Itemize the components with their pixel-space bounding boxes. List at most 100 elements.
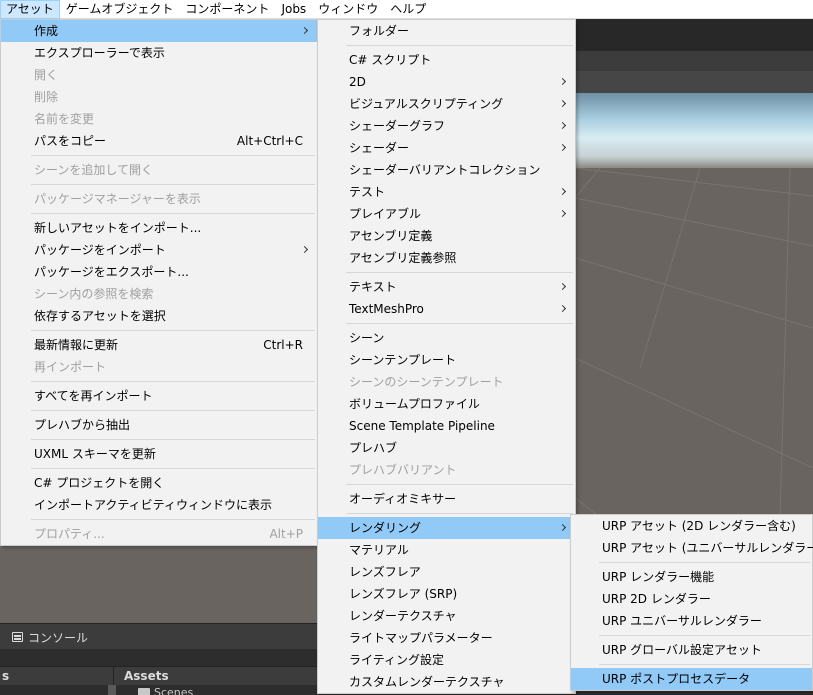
rendering-item-urp[interactable]: URP ポストプロセスデータ xyxy=(571,668,812,690)
create-item-8[interactable]: テスト xyxy=(318,181,575,203)
create-item-31[interactable]: ライトマップパラメーター xyxy=(318,627,575,649)
create-item-32[interactable]: ライティング設定 xyxy=(318,649,575,671)
asset-item-12[interactable]: パッケージをインポート xyxy=(1,239,317,261)
create-item-6[interactable]: シェーダー xyxy=(318,137,575,159)
create-item-24[interactable]: オーディオミキサー xyxy=(318,488,575,510)
create-item-27[interactable]: マテリアル xyxy=(318,539,575,561)
asset-item-c[interactable]: C# プロジェクトを開く xyxy=(1,472,317,494)
menu-item-label: 依存するアセットを選択 xyxy=(34,309,166,323)
rendering-item-urp[interactable]: URP アセット (ユニバーサルレンダラー含む) xyxy=(571,537,813,559)
rendering-item-urp[interactable]: URP グローバル設定アセット xyxy=(571,639,812,661)
asset-item-2: 開く xyxy=(1,64,317,86)
rendering-item-urp-2d[interactable]: URP 2D レンダラー xyxy=(571,588,812,610)
asset-item-15[interactable]: 依存するアセットを選択 xyxy=(1,305,317,327)
menu-separator xyxy=(1,436,317,443)
menu-item-label: プロパティ... xyxy=(34,527,105,541)
scenes-folder[interactable]: Scenes xyxy=(138,686,193,695)
folder-icon xyxy=(138,688,150,695)
chevron-right-icon xyxy=(558,187,567,196)
create-item-26[interactable]: レンダリング xyxy=(318,517,575,539)
asset-item-18: 再インポート xyxy=(1,356,317,378)
asset-item-4: 名前を変更 xyxy=(1,108,317,130)
asset-item-1[interactable]: エクスプローラーで表示 xyxy=(1,42,317,64)
menu-separator xyxy=(1,210,317,217)
project-scrollbar[interactable] xyxy=(108,685,116,695)
create-item-7[interactable]: シェーダーバリアントコレクション xyxy=(318,159,575,181)
asset-item-uxml[interactable]: UXML スキーマを更新 xyxy=(1,443,317,465)
asset-item-14: シーン内の参照を検索 xyxy=(1,283,317,305)
menu-item-label: URP ポストプロセスデータ xyxy=(602,672,751,686)
menu-assets[interactable]: アセット xyxy=(0,0,60,19)
create-item-0[interactable]: フォルダー xyxy=(318,20,575,42)
create-item-28[interactable]: レンズフレア xyxy=(318,561,575,583)
menu-item-label: 名前を変更 xyxy=(34,112,95,126)
menu-item-label: 新しいアセットをインポート... xyxy=(34,221,202,235)
shortcut-label: Alt+P xyxy=(269,527,303,541)
create-item-5[interactable]: シェーダーグラフ xyxy=(318,115,575,137)
create-item-21[interactable]: プレハブ xyxy=(318,437,575,459)
create-item-10[interactable]: アセンブリ定義 xyxy=(318,225,575,247)
create-item-33[interactable]: カスタムレンダーテクスチャ xyxy=(318,671,575,693)
menu-jobs[interactable]: Jobs xyxy=(275,0,312,19)
menu-gameobject[interactable]: ゲームオブジェクト xyxy=(60,0,180,19)
create-item-scene-template-pipeline[interactable]: Scene Template Pipeline xyxy=(318,415,575,437)
asset-item-5[interactable]: パスをコピー Alt+Ctrl+C xyxy=(1,130,317,152)
chevron-right-icon xyxy=(558,121,567,130)
project-tree-header: s xyxy=(0,667,114,686)
menu-separator xyxy=(318,481,575,488)
menu-separator xyxy=(1,407,317,414)
menu-separator xyxy=(571,632,812,639)
create-item-19[interactable]: ボリュームプロファイル xyxy=(318,393,575,415)
asset-item-27[interactable]: インポートアクティビティウィンドウに表示 xyxy=(1,494,317,516)
menu-item-label: レンズフレア xyxy=(349,565,421,579)
asset-item-17[interactable]: 最新情報に更新 Ctrl+R xyxy=(1,334,317,356)
assets-header: Assets xyxy=(124,669,169,683)
rendering-item-urp-2d[interactable]: URP アセット (2D レンダラー含む) xyxy=(571,515,812,537)
chevron-right-icon xyxy=(558,523,567,532)
create-item-c[interactable]: C# スクリプト xyxy=(318,49,575,71)
menu-item-label: 最新情報に更新 xyxy=(34,338,119,352)
menu-separator xyxy=(1,378,317,385)
create-item-9[interactable]: プレイアブル xyxy=(318,203,575,225)
menu-item-label: シェーダーバリアントコレクション xyxy=(349,163,541,177)
create-item-2d[interactable]: 2D xyxy=(318,71,575,93)
create-item-16[interactable]: シーン xyxy=(318,327,575,349)
create-item-22: プレハブバリアント xyxy=(318,459,575,481)
menu-item-label: ボリュームプロファイル xyxy=(349,397,480,411)
create-item-textmeshpro[interactable]: TextMeshPro xyxy=(318,298,575,320)
create-item-18: シーンのシーンテンプレート xyxy=(318,371,575,393)
create-item-11[interactable]: アセンブリ定義参照 xyxy=(318,247,575,269)
menu-separator xyxy=(318,320,575,327)
asset-item-13[interactable]: パッケージをエクスポート... xyxy=(1,261,317,283)
asset-item-0[interactable]: 作成 xyxy=(1,20,317,42)
create-item-30[interactable]: レンダーテクスチャ xyxy=(318,605,575,627)
menu-item-label: C# プロジェクトを開く xyxy=(34,476,165,490)
create-item-srp[interactable]: レンズフレア (SRP) xyxy=(318,583,575,605)
asset-item-20[interactable]: すべてを再インポート xyxy=(1,385,317,407)
menu-item-label: シーンテンプレート xyxy=(349,353,457,367)
asset-item-22[interactable]: プレハブから抽出 xyxy=(1,414,317,436)
menu-item-label: テスト xyxy=(349,185,386,199)
create-item-17[interactable]: シーンテンプレート xyxy=(318,349,575,371)
menu-item-label: レンダーテクスチャ xyxy=(349,609,457,623)
menu-window[interactable]: ウィンドウ xyxy=(312,0,384,19)
menu-item-label: 削除 xyxy=(34,90,59,104)
asset-item-3: 削除 xyxy=(1,86,317,108)
menu-item-label: フォルダー xyxy=(349,24,410,38)
menu-item-label: シーン内の参照を検索 xyxy=(34,287,154,301)
console-tab[interactable]: コンソール xyxy=(0,624,99,650)
menu-item-label: TextMeshPro xyxy=(349,302,424,316)
asset-item-11[interactable]: 新しいアセットをインポート... xyxy=(1,217,317,239)
menu-item-label: シェーダーグラフ xyxy=(349,119,446,133)
menu-help[interactable]: ヘルプ xyxy=(384,0,432,19)
create-item-4[interactable]: ビジュアルスクリプティング xyxy=(318,93,575,115)
create-item-13[interactable]: テキスト xyxy=(318,276,575,298)
rendering-item-urp[interactable]: URP レンダラー機能 xyxy=(571,566,812,588)
rendering-item-urp[interactable]: URP ユニバーサルレンダラー xyxy=(571,610,812,632)
menu-item-label: UXML スキーマを更新 xyxy=(34,447,156,461)
menu-component[interactable]: コンポーネント xyxy=(179,0,275,19)
chevron-right-icon xyxy=(558,77,567,86)
menu-item-label: 作成 xyxy=(34,24,59,38)
menu-separator xyxy=(571,559,812,566)
menu-item-label: 2D xyxy=(349,75,366,89)
